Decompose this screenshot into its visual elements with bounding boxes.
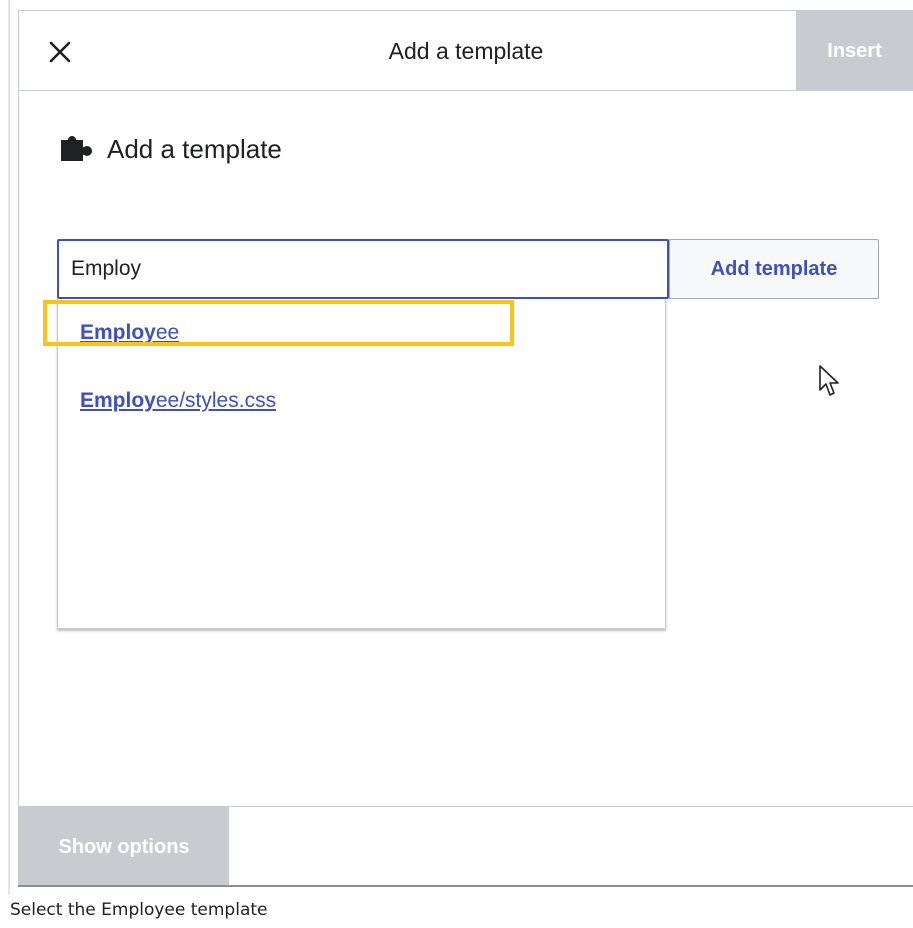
dialog-title: Add a template <box>388 38 544 64</box>
page-frame: Add a template Insert Add a template Add… <box>0 0 913 928</box>
section-heading: Add a template <box>59 129 282 169</box>
add-template-button[interactable]: Add template <box>669 239 879 299</box>
suggestion-rest: ee <box>155 321 180 344</box>
suggestion-match: Employ <box>80 321 156 344</box>
suggestion-link[interactable]: Employee/styles.css <box>80 389 276 412</box>
dialog-bottom-border <box>18 885 913 887</box>
mouse-pointer-icon <box>819 365 839 396</box>
dialog-header: Add a template Insert <box>19 11 913 91</box>
caption: Select the Employee template <box>10 900 268 920</box>
template-search-input[interactable] <box>57 239 669 299</box>
suggestion-item-employee[interactable]: Employee <box>58 309 665 357</box>
suggestion-match: Employ <box>80 389 156 412</box>
dialog-footer: Show options <box>19 806 913 887</box>
insert-button[interactable]: Insert <box>796 11 913 91</box>
puzzle-icon <box>61 136 92 161</box>
suggestion-link[interactable]: Employee <box>80 321 179 344</box>
suggestion-rest: ee/styles.css <box>155 389 277 412</box>
suggestion-dropdown: Employee Employee/styles.css <box>57 299 666 629</box>
suggestion-item-employee-styles[interactable]: Employee/styles.css <box>58 377 665 425</box>
section-title-text: Add a template <box>107 133 282 164</box>
left-guide-line <box>8 0 10 895</box>
show-options-button[interactable]: Show options <box>19 807 229 887</box>
add-template-dialog: Add a template Insert Add a template Add… <box>18 10 913 887</box>
